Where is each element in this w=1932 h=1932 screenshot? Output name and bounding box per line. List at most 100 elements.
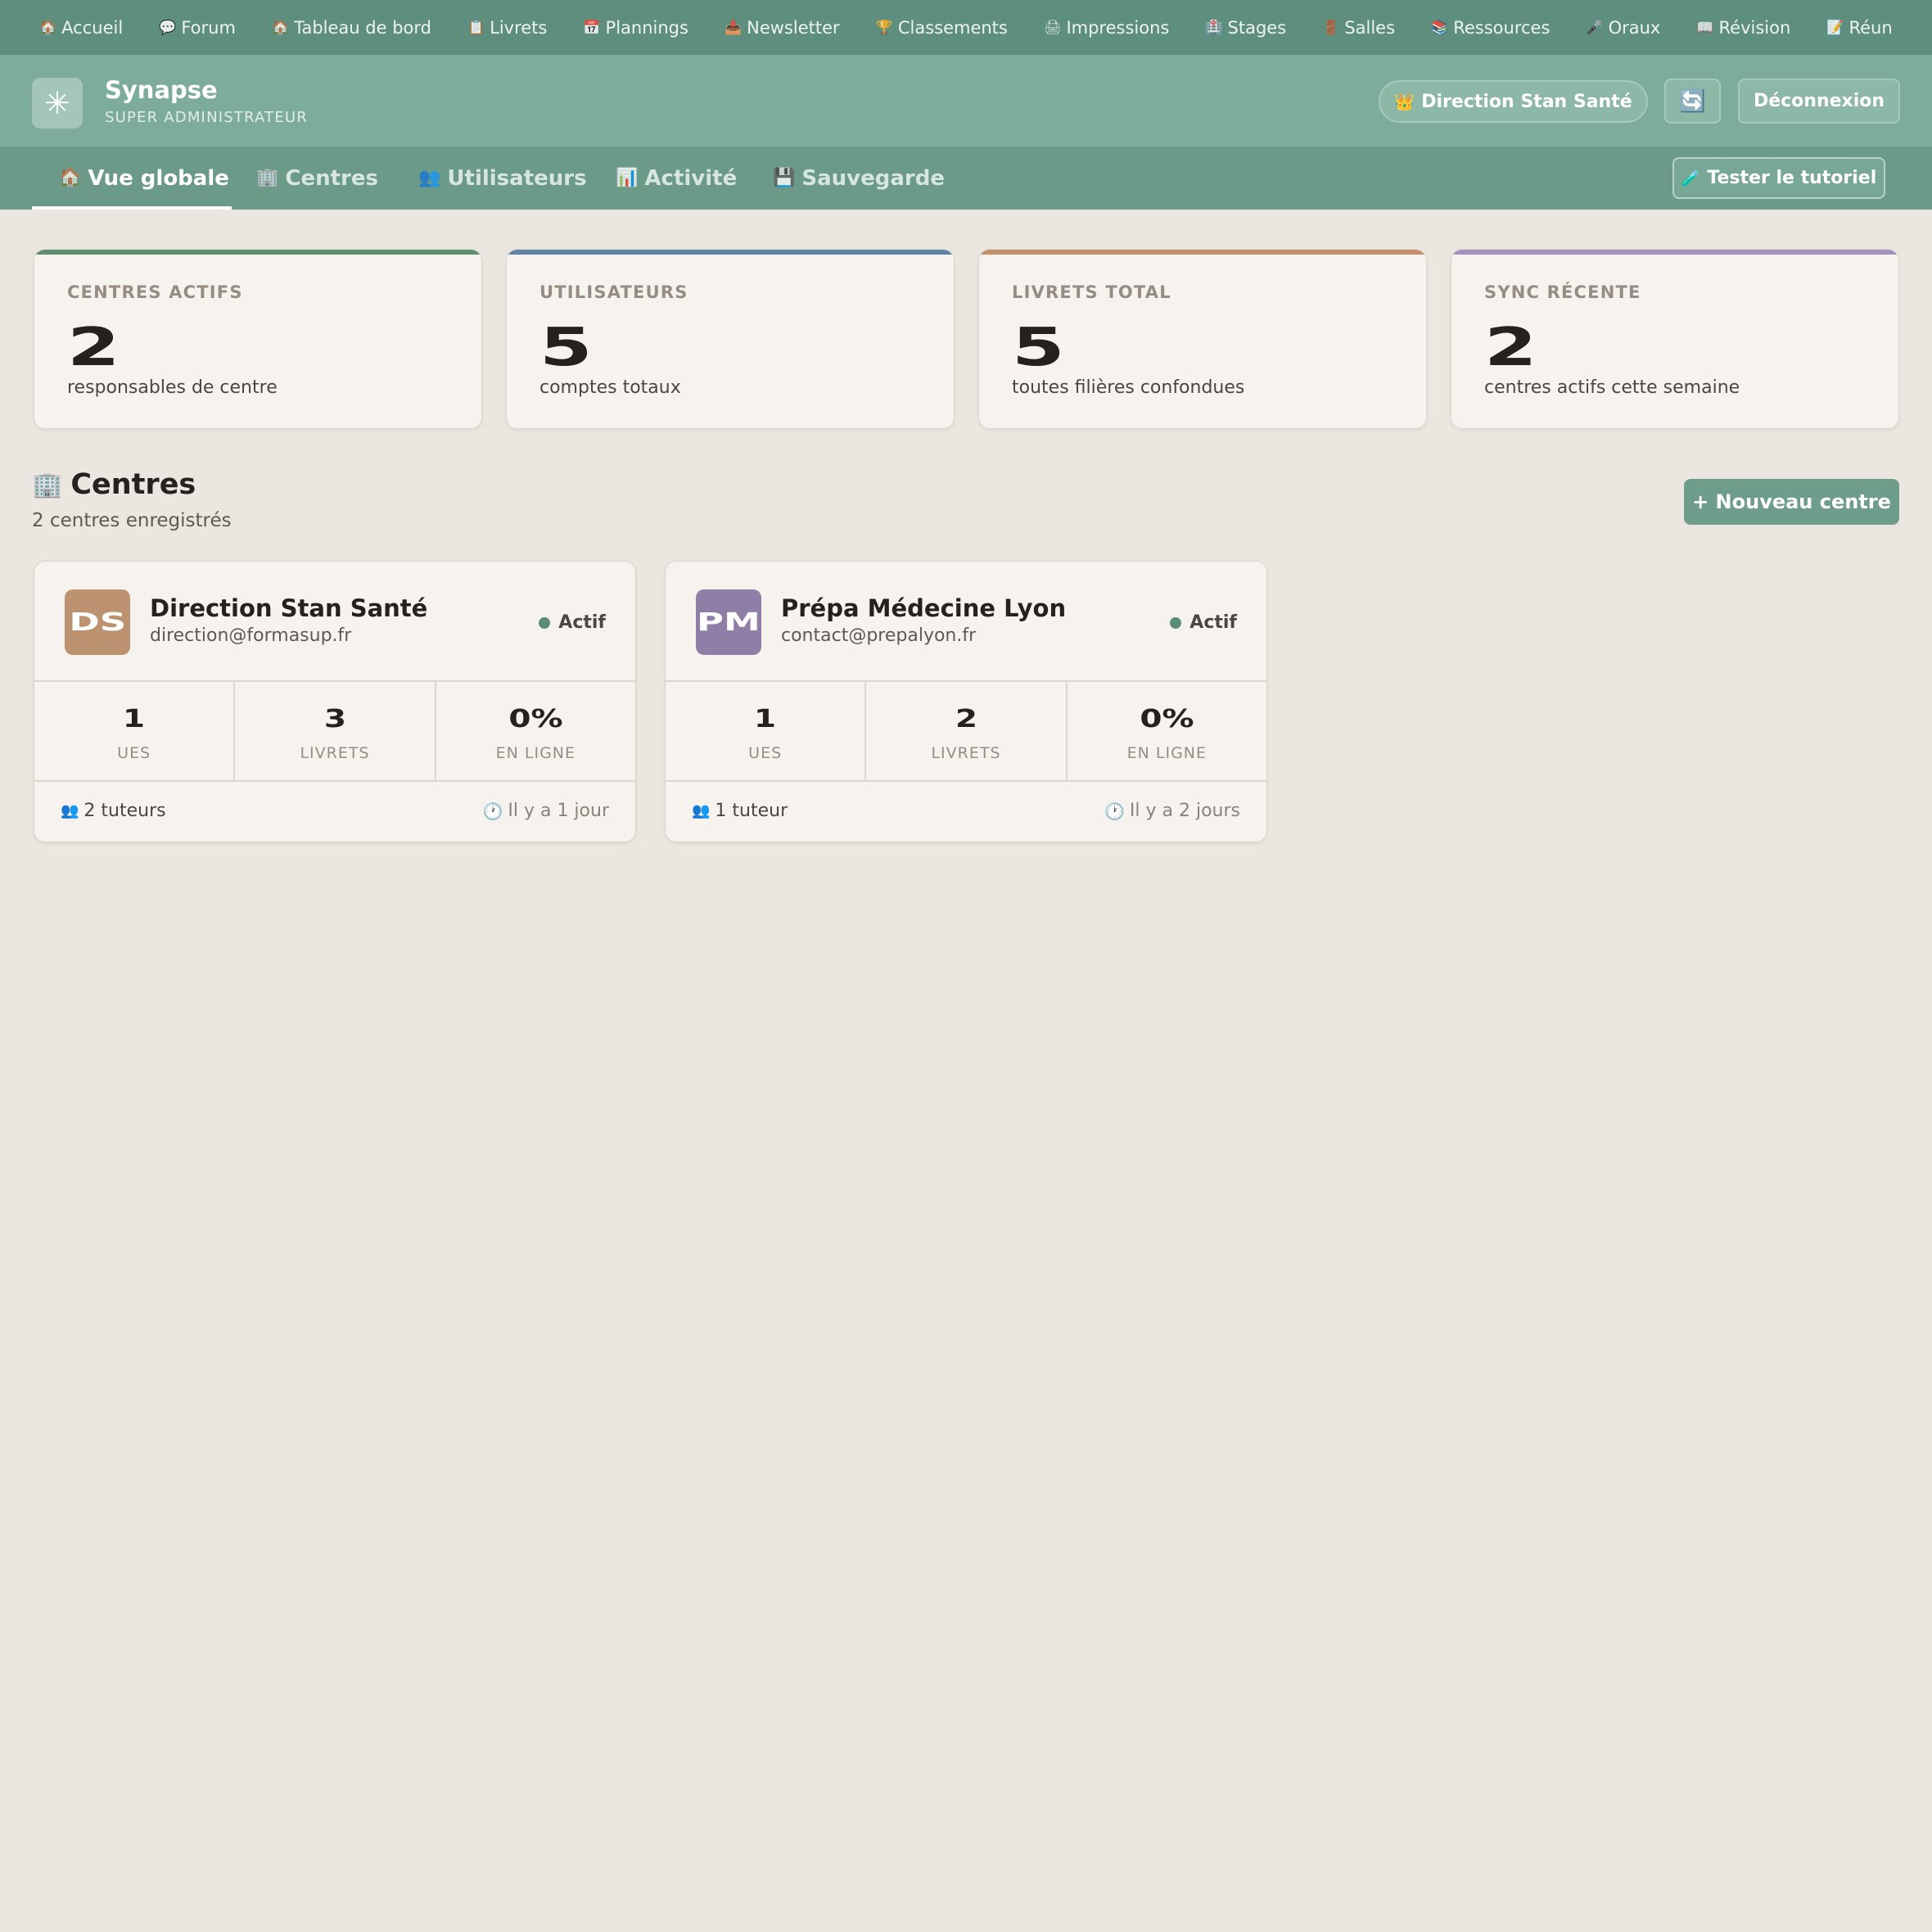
nav-item-forum[interactable]: 💬 Forum: [159, 18, 236, 38]
memo-icon: 📝: [1826, 19, 1844, 36]
hospital-icon: 🏥: [1205, 19, 1223, 36]
current-centre-button[interactable]: 👑 Direction Stan Santé: [1379, 80, 1648, 123]
tab-centres[interactable]: 🏢 Centres: [256, 147, 378, 210]
nav-item-tableau-de-bord[interactable]: 🏠 Tableau de bord: [272, 18, 431, 38]
stat-value: 5: [1012, 318, 1065, 378]
section-subtitle: 2 centres enregistrés: [32, 510, 232, 531]
office-building-icon: 🏢: [256, 168, 279, 188]
test-tube-icon: 🧪: [1681, 169, 1701, 187]
stat-accent-bar: [979, 250, 1426, 255]
stat-description: comptes totaux: [539, 377, 681, 398]
stat-description: toutes filières confondues: [1012, 377, 1245, 398]
status-badge: Actif: [539, 612, 606, 633]
nav-item-stages[interactable]: 🏥 Stages: [1205, 18, 1286, 38]
clock-icon: 🕐: [482, 801, 503, 821]
open-book-icon: 📖: [1696, 19, 1714, 36]
stat-card-livrets-total: LIVRETS TOTAL 5 toutes filières confondu…: [978, 249, 1427, 429]
tutors-label: 2 tuteurs: [84, 801, 166, 821]
tab-activite[interactable]: 📊 Activité: [616, 147, 737, 210]
nav-label: Ressources: [1453, 17, 1551, 38]
floppy-disk-icon: 💾: [773, 168, 796, 188]
stat-description: centres actifs cette semaine: [1484, 377, 1740, 398]
metric-value: 1: [123, 705, 146, 734]
avatar: DS: [65, 589, 130, 655]
tutors-count: 👥 1 tuteur: [692, 801, 788, 821]
nav-item-reunions[interactable]: 📝 Réun: [1826, 18, 1892, 38]
stat-accent-bar: [1451, 250, 1898, 255]
nav-item-classements[interactable]: 🏆 Classements: [876, 18, 1008, 38]
microphone-icon: 🎤: [1586, 19, 1604, 36]
centre-card[interactable]: DS Direction Stan Santé direction@formas…: [34, 561, 636, 842]
metric-value: 2: [955, 705, 977, 734]
nav-item-oraux[interactable]: 🎤 Oraux: [1586, 18, 1660, 38]
nav-label: Révision: [1718, 17, 1791, 38]
metric-ues: 1 UES: [34, 682, 236, 780]
current-centre-label: Direction Stan Santé: [1421, 91, 1632, 112]
avatar-initials: PM: [697, 607, 761, 637]
metric-ues: 1 UES: [666, 682, 867, 780]
user-role: SUPER ADMINISTRATEUR: [105, 109, 309, 126]
tab-vue-globale[interactable]: 🏠 Vue globale: [59, 147, 229, 210]
metric-value: 0%: [1140, 705, 1194, 734]
nav-item-ressources[interactable]: 📚 Ressources: [1431, 18, 1550, 38]
new-centre-button[interactable]: + Nouveau centre: [1684, 479, 1899, 525]
metric-label: LIVRETS: [300, 744, 370, 762]
refresh-button[interactable]: 🔄: [1664, 79, 1721, 124]
nav-item-newsletter[interactable]: 📤 Newsletter: [724, 18, 840, 38]
status-label: Actif: [1189, 612, 1237, 633]
stat-description: responsables de centre: [67, 377, 278, 398]
tab-utilisateurs[interactable]: 👥 Utilisateurs: [418, 147, 587, 210]
nav-item-impressions[interactable]: 🖨 Impressions: [1044, 18, 1169, 38]
nav-item-plannings[interactable]: 📅 Plannings: [583, 18, 688, 38]
metric-label: LIVRETS: [931, 744, 1001, 762]
tutors-count: 👥 2 tuteurs: [61, 801, 166, 821]
nav-item-revision[interactable]: 📖 Révision: [1696, 18, 1790, 38]
users-icon: 👥: [692, 802, 711, 819]
logout-button[interactable]: Déconnexion: [1738, 79, 1900, 124]
home-icon: 🏠: [59, 168, 82, 188]
active-tab-indicator: [32, 206, 232, 210]
calendar-icon: 📅: [583, 19, 601, 36]
bar-chart-icon: 📊: [616, 168, 639, 188]
crown-icon: 👑: [1394, 92, 1415, 111]
nav-item-livrets[interactable]: 📋 Livrets: [467, 18, 547, 38]
stat-label: UTILISATEURS: [539, 282, 688, 302]
centre-name: Direction Stan Santé: [150, 594, 428, 622]
users-icon: 👥: [61, 802, 79, 819]
stat-card-utilisateurs: UTILISATEURS 5 comptes totaux: [506, 249, 955, 429]
printer-icon: 🖨: [1043, 19, 1062, 36]
nav-item-salles[interactable]: 🚪 Salles: [1322, 18, 1395, 38]
stat-label: SYNC RÉCENTE: [1484, 282, 1641, 302]
stat-value: 5: [539, 318, 593, 378]
metric-livrets: 2 LIVRETS: [866, 682, 1068, 780]
metric-livrets: 3 LIVRETS: [235, 682, 436, 780]
app-header: ✳ Synapse SUPER ADMINISTRATEUR 👑 Directi…: [0, 55, 1932, 147]
tab-label: Centres: [285, 165, 378, 191]
nav-label: Stages: [1227, 17, 1287, 38]
centre-card[interactable]: PM Prépa Médecine Lyon contact@prepalyon…: [665, 561, 1267, 842]
metric-label: UES: [117, 744, 151, 762]
books-icon: 📚: [1431, 19, 1449, 36]
speech-bubble-icon: 💬: [159, 19, 177, 36]
test-tutorial-button[interactable]: 🧪 Tester le tutoriel: [1672, 157, 1885, 199]
avatar-initials: DS: [69, 607, 126, 637]
nav-item-accueil[interactable]: 🏠 Accueil: [39, 18, 123, 38]
centre-email: direction@formasup.fr: [150, 625, 352, 646]
last-activity-label: Il y a 1 jour: [508, 801, 609, 821]
metric-value: 1: [754, 705, 777, 734]
snowflake-logo-icon: ✳: [32, 78, 83, 129]
metric-label: EN LIGNE: [1126, 744, 1208, 762]
stat-accent-bar: [34, 250, 481, 255]
stat-label: LIVRETS TOTAL: [1012, 282, 1171, 302]
nav-label: Livrets: [490, 17, 548, 38]
section-title: 🏢 Centres: [32, 468, 196, 501]
tab-sauvegarde[interactable]: 💾 Sauvegarde: [773, 147, 945, 210]
tab-label: Vue globale: [88, 165, 229, 191]
tab-bar: 🏠 Vue globale 🏢 Centres 👥 Utilisateurs 📊 Act…: [0, 147, 1932, 210]
centre-metrics: 1 UES 3 LIVRETS 0% EN LIGNE: [34, 680, 635, 782]
nav-label: Oraux: [1608, 17, 1661, 38]
top-navigation: 🏠 Accueil 💬 Forum 🏠 Tableau de bord 📋 Livret…: [0, 0, 1932, 55]
metric-label: UES: [748, 744, 783, 762]
avatar: PM: [696, 589, 761, 655]
status-badge: Actif: [1170, 612, 1237, 633]
